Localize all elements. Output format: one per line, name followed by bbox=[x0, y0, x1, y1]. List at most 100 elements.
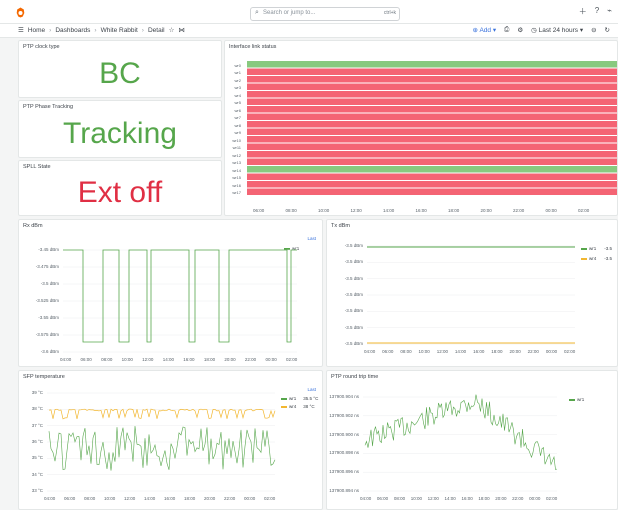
series-line-wr1 bbox=[364, 394, 558, 470]
x-tick-label: 14:00 bbox=[162, 357, 174, 362]
x-tick-label: 02:00 bbox=[264, 496, 276, 501]
y-tick-label: -3.5 dBm bbox=[344, 243, 363, 248]
panel-title: PTP Phase Tracking bbox=[23, 104, 74, 110]
plus-icon[interactable]: ＋ bbox=[579, 6, 587, 17]
x-tick-label: 06:00 bbox=[382, 349, 394, 354]
y-tick-label: -3.6 dBm bbox=[40, 349, 59, 354]
stat-value: BC bbox=[99, 57, 141, 90]
menu-icon[interactable]: ☰ bbox=[18, 26, 24, 34]
zoom-out-icon[interactable]: ⊖ bbox=[591, 26, 596, 34]
panel-sfp-temperature: SFP temperature Last wr1 35.5 °C wr4 38 °C… bbox=[18, 370, 323, 510]
x-tick-label: 22:00 bbox=[244, 357, 257, 362]
top-bar: ⌕ Search or jump to... ctrl+k ＋ ? ⌁ bbox=[0, 0, 618, 24]
time-range-label: Last 24 hours bbox=[538, 27, 579, 34]
status-bar bbox=[247, 83, 617, 90]
breadcrumb-dashboards[interactable]: Dashboards bbox=[55, 27, 90, 34]
news-icon[interactable]: ⌁ bbox=[607, 6, 612, 17]
series-line-wr1 bbox=[63, 249, 297, 343]
x-tick-label: 18:00 bbox=[203, 357, 216, 362]
grafana-logo-icon[interactable] bbox=[16, 7, 25, 18]
panel-ptp-phase-tracking: PTP Phase Tracking Tracking bbox=[18, 100, 222, 158]
help-icon[interactable]: ? bbox=[595, 6, 599, 17]
status-bar bbox=[247, 121, 617, 128]
x-tick-label: 02:00 bbox=[286, 357, 298, 362]
status-bar bbox=[247, 181, 617, 188]
status-row-label: wr6 bbox=[234, 107, 241, 113]
x-tick-label: 14:00 bbox=[383, 208, 395, 213]
chevron-right-icon: › bbox=[141, 26, 144, 34]
sfp-chart bbox=[47, 392, 276, 492]
series-line-wr4 bbox=[48, 408, 276, 420]
x-tick-label: 18:00 bbox=[448, 208, 460, 213]
y-tick-label: -3.5 dBm bbox=[344, 308, 363, 314]
y-tick-label: -3.575 dBm bbox=[35, 332, 59, 337]
x-tick-label: 16:00 bbox=[461, 496, 473, 501]
save-icon[interactable]: ⎙ bbox=[504, 26, 509, 34]
y-tick-label: -3.525 dBm bbox=[35, 298, 59, 303]
refresh-icon[interactable]: ↻ bbox=[605, 26, 610, 34]
x-tick-label: 08:00 bbox=[393, 496, 406, 501]
status-row-label: wr8 bbox=[234, 122, 241, 128]
status-row-label: wr14 bbox=[232, 167, 241, 173]
y-tick-label: -3.475 dBm bbox=[35, 264, 59, 269]
search-placeholder: Search or jump to... bbox=[263, 10, 316, 16]
y-tick-label: 39 °C bbox=[31, 390, 43, 395]
x-tick-label: 10:00 bbox=[418, 349, 430, 354]
breadcrumb-folder[interactable]: White Rabbit bbox=[101, 27, 138, 34]
status-bar bbox=[247, 98, 617, 105]
star-icon[interactable]: ☆ bbox=[169, 26, 175, 34]
add-button[interactable]: ⊕ Add ▾ bbox=[473, 26, 497, 34]
x-tick-label: 12:00 bbox=[124, 496, 136, 501]
x-tick-label: 16:00 bbox=[183, 357, 195, 362]
x-tick-label: 20:00 bbox=[509, 349, 521, 354]
status-row-label: wr13 bbox=[232, 160, 241, 165]
x-tick-label: 06:00 bbox=[253, 208, 265, 213]
breadcrumb: ☰ Home › Dashboards › White Rabbit › Det… bbox=[18, 26, 185, 35]
search-icon: ⌕ bbox=[255, 9, 259, 16]
y-tick-label: -3.5 dBm bbox=[344, 275, 363, 281]
x-tick-label: 04:00 bbox=[360, 496, 372, 501]
x-tick-label: 14:00 bbox=[454, 349, 467, 354]
status-bar bbox=[247, 76, 617, 83]
x-tick-label: 02:00 bbox=[546, 496, 558, 501]
x-tick-label: 08:00 bbox=[84, 496, 96, 501]
breadcrumb-home[interactable]: Home bbox=[28, 27, 45, 34]
x-tick-label: 16:00 bbox=[164, 496, 176, 501]
y-tick-label: 34 °C bbox=[31, 471, 43, 477]
status-bar bbox=[247, 158, 617, 165]
stat-value: Ext off bbox=[77, 176, 163, 209]
status-bar bbox=[247, 68, 617, 75]
y-tick-label: 137900.904 ns bbox=[329, 394, 359, 399]
dashboard-controls: ⊕ Add ▾ ⎙ ⚙ ◷ Last 24 hours ▾ ⊖ ↻ bbox=[473, 26, 610, 34]
status-row-label: wr4 bbox=[234, 92, 241, 98]
y-tick-label: 137900.894 ns bbox=[329, 488, 359, 493]
stat-value: Tracking bbox=[63, 117, 177, 150]
x-tick-label: 18:00 bbox=[184, 496, 196, 501]
dashboard-nav-bar: ☰ Home › Dashboards › White Rabbit › Det… bbox=[0, 24, 618, 38]
x-tick-label: 10:00 bbox=[104, 496, 116, 501]
y-tick-label: -3.45 dBm bbox=[38, 247, 59, 252]
status-row-label: wr1 bbox=[234, 70, 241, 75]
panel-title: PTP clock type bbox=[23, 44, 60, 50]
status-row-label: wr3 bbox=[234, 85, 241, 90]
y-tick-label: -3.5 dBm bbox=[344, 341, 363, 346]
settings-icon[interactable]: ⚙ bbox=[517, 26, 523, 34]
status-bar bbox=[247, 166, 617, 173]
x-tick-label: 20:00 bbox=[495, 496, 507, 501]
x-tick-label: 10:00 bbox=[121, 357, 133, 362]
x-tick-label: 20:00 bbox=[480, 208, 492, 213]
status-row-label: wr11 bbox=[232, 145, 241, 150]
rtt-chart bbox=[363, 394, 558, 492]
panel-spll-state: SPLL State Ext off bbox=[18, 160, 222, 216]
breadcrumb-current: Detail bbox=[147, 26, 165, 34]
x-tick-label: 12:00 bbox=[350, 208, 362, 213]
search-input[interactable]: ⌕ Search or jump to... ctrl+k bbox=[250, 7, 400, 21]
x-tick-label: 10:00 bbox=[318, 208, 330, 213]
status-bar bbox=[247, 61, 617, 68]
x-tick-label: 20:00 bbox=[204, 496, 216, 501]
x-tick-label: 00:00 bbox=[545, 349, 558, 354]
share-icon[interactable]: ⋈ bbox=[178, 26, 185, 34]
y-tick-label: 137900.902 ns bbox=[329, 412, 359, 418]
x-tick-label: 04:00 bbox=[44, 496, 56, 501]
time-picker[interactable]: ◷ Last 24 hours ▾ bbox=[531, 26, 583, 34]
